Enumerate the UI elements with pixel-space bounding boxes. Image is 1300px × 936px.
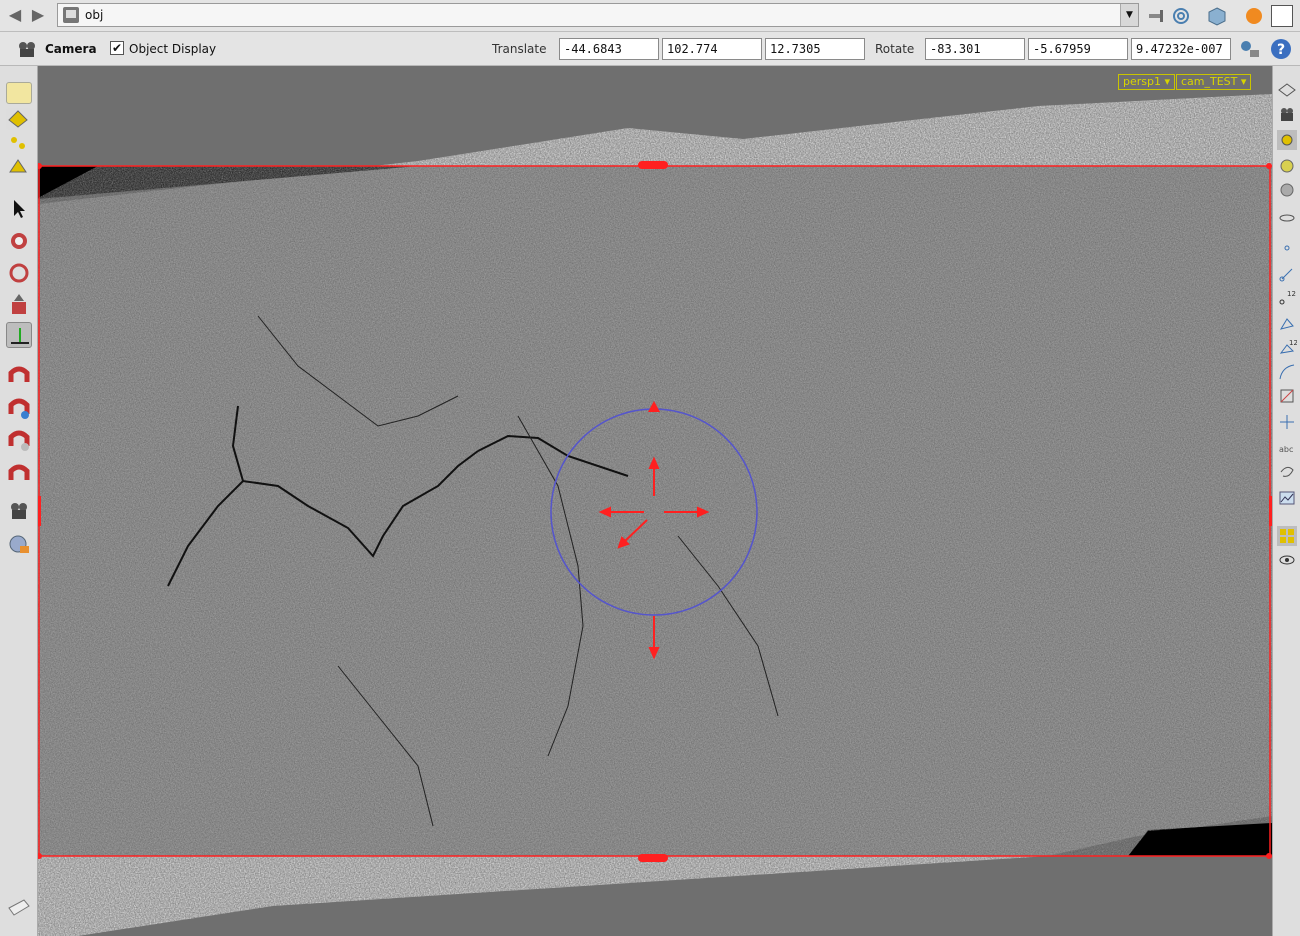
notes-icon[interactable] <box>6 894 32 920</box>
object-display-label: Object Display <box>129 42 217 56</box>
rotate-label: Rotate <box>875 42 915 56</box>
view-menu-label: persp1 <box>1123 75 1161 88</box>
magnet-edit-icon[interactable] <box>6 396 32 422</box>
wireframe-icon[interactable] <box>1277 180 1297 200</box>
scale-tool-icon[interactable] <box>6 292 32 318</box>
scene-viewport[interactable]: persp1 ▾ cam_TEST ▾ <box>38 66 1272 936</box>
point-numbers-icon[interactable]: 12 <box>1277 288 1297 308</box>
right-toolbar: 12 12 abc <box>1272 66 1300 936</box>
visibility-options-icon[interactable] <box>1277 208 1297 228</box>
camera-menu-label: cam_TEST <box>1181 75 1238 88</box>
object-type-label: Camera <box>45 42 97 56</box>
uv-display-icon[interactable] <box>1277 386 1297 406</box>
left-toolbar <box>0 66 38 936</box>
view-menu-dropdown[interactable]: persp1 ▾ <box>1118 74 1176 90</box>
magnet-sculpt-icon[interactable] <box>6 460 32 486</box>
pin-icon[interactable] <box>1145 5 1167 27</box>
render-globe-icon[interactable] <box>6 532 32 558</box>
lock-camera-icon[interactable] <box>1277 130 1297 150</box>
camera-tool-icon[interactable] <box>6 498 32 524</box>
name-display-icon[interactable]: abc <box>1277 436 1297 456</box>
point-mode-icon[interactable] <box>6 108 32 130</box>
help-icon[interactable]: ? <box>1270 38 1292 60</box>
move-tool-icon[interactable] <box>6 228 32 254</box>
path-dropdown-button[interactable]: ▼ <box>1120 4 1138 26</box>
svg-text:12: 12 <box>1287 290 1296 298</box>
handle-tool-icon[interactable] <box>6 322 32 348</box>
cube-icon[interactable] <box>1206 5 1228 27</box>
viewport-icon[interactable] <box>1271 5 1293 27</box>
parameter-toolbar: Camera ✔ Object Display Translate -44.68… <box>0 32 1300 66</box>
primitive-mode-icon[interactable] <box>6 156 32 178</box>
point-normals-icon[interactable] <box>1277 264 1297 284</box>
translate-x-field[interactable]: -44.6843 <box>559 38 659 60</box>
spiral-icon[interactable] <box>1170 5 1192 27</box>
select-arrow-icon[interactable] <box>6 196 32 222</box>
rotate-y-field[interactable]: -5.67959 <box>1028 38 1128 60</box>
display-options-icon[interactable] <box>1277 80 1297 100</box>
rotate-x-field[interactable]: -83.301 <box>925 38 1025 60</box>
svg-text:abc: abc <box>1279 445 1293 454</box>
background-image-icon[interactable] <box>1277 488 1297 508</box>
translate-y-field[interactable]: 102.774 <box>662 38 762 60</box>
hull-display-icon[interactable] <box>1277 362 1297 382</box>
primitive-normals-icon[interactable] <box>1277 314 1297 334</box>
camera-icon <box>19 42 35 57</box>
camera-menu-dropdown[interactable]: cam_TEST ▾ <box>1176 74 1252 90</box>
primitive-numbers-icon[interactable]: 12 <box>1277 338 1297 358</box>
parameter-tools-icon[interactable] <box>1238 38 1262 60</box>
svg-text:?: ? <box>1277 42 1285 58</box>
eye-icon[interactable] <box>1277 550 1297 570</box>
vector-display-icon[interactable] <box>1277 412 1297 432</box>
magnet-paint-icon[interactable] <box>6 428 32 454</box>
rotate-tool-icon[interactable] <box>6 260 32 286</box>
translate-label: Translate <box>492 42 547 56</box>
transform-handle[interactable] <box>504 396 804 666</box>
rotate-z-field[interactable]: 9.47232e-007 <box>1131 38 1231 60</box>
back-arrow-icon[interactable]: ◀ <box>6 7 24 23</box>
forward-arrow-icon[interactable]: ▶ <box>29 7 47 23</box>
scene-icon <box>63 7 79 23</box>
point-display-icon[interactable] <box>1277 238 1297 258</box>
smooth-shaded-icon[interactable] <box>1277 156 1297 176</box>
svg-text:12: 12 <box>1289 339 1297 347</box>
sphere-icon[interactable] <box>1243 5 1265 27</box>
magnet-pose-icon[interactable] <box>6 364 32 390</box>
path-bar: ◀ ▶ obj ▼ <box>0 0 1300 32</box>
select-mode-icon[interactable] <box>6 82 32 104</box>
edge-mode-icon[interactable] <box>6 132 32 154</box>
path-field[interactable]: obj ▼ <box>57 3 1139 27</box>
camera-view-icon[interactable] <box>1277 104 1297 124</box>
viewport-layout-icon[interactable] <box>1277 526 1297 546</box>
path-text: obj <box>85 8 104 22</box>
translate-z-field[interactable]: 12.7305 <box>765 38 865 60</box>
lasso-display-icon[interactable] <box>1277 462 1297 482</box>
object-display-checkbox[interactable]: ✔ <box>110 41 124 55</box>
